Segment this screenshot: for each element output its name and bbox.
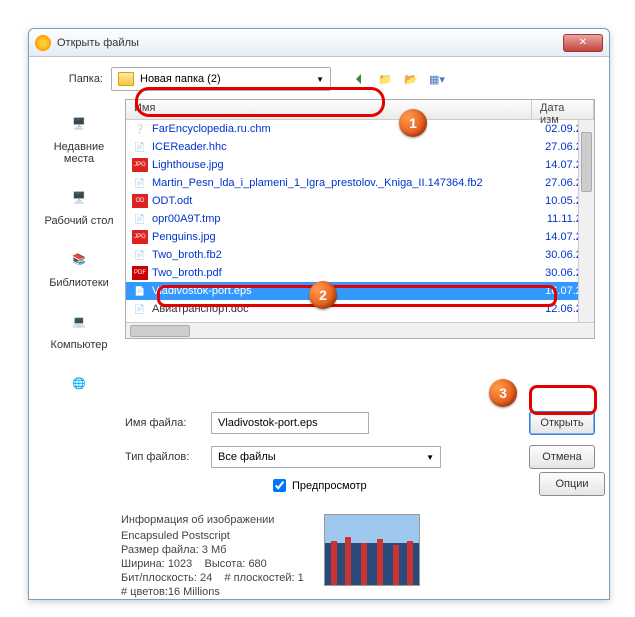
file-row[interactable]: PDFTwo_broth.pdf30.06.20	[126, 264, 594, 282]
close-button[interactable]: ✕	[563, 34, 603, 52]
folder-current: Новая папка (2)	[140, 73, 221, 85]
info-dimensions: Ширина: 1023 Высота: 680	[121, 558, 304, 570]
file-row[interactable]: ODODT.odt10.05.20	[126, 192, 594, 210]
sidebar-computer[interactable]: 💻 Компьютер	[51, 305, 108, 351]
sidebar-desktop[interactable]: 🖥️ Рабочий стол	[44, 181, 113, 227]
preview-label: Предпросмотр	[292, 480, 367, 492]
file-row[interactable]: 🎞АКМ против М-16.mkv14.06.20	[126, 318, 594, 322]
file-name: ODT.odt	[152, 195, 532, 207]
file-name: Two_broth.pdf	[152, 267, 532, 279]
filename-input[interactable]	[211, 412, 369, 434]
pdf-icon: PDF	[132, 266, 148, 280]
titlebar[interactable]: Открыть файлы ✕	[29, 29, 609, 57]
chm-icon: ❔	[132, 122, 148, 136]
info-heading: Информация об изображении	[121, 514, 304, 526]
desktop-icon: 🖥️	[63, 181, 95, 213]
filetype-label: Тип файлов:	[125, 451, 203, 463]
preview-thumbnail	[324, 514, 420, 586]
jpg-icon: JPG	[132, 230, 148, 244]
column-date[interactable]: Дата изм	[532, 100, 594, 119]
file-name: Penguins.jpg	[152, 231, 532, 243]
up-folder-button[interactable]: 📁	[375, 69, 395, 89]
file-name: Lighthouse.jpg	[152, 159, 532, 171]
file-list: Имя Дата изм ❔FarEncyclopedia.ru.chm02.0…	[125, 99, 595, 339]
file-name: opr00A9T.tmp	[152, 213, 532, 225]
info-filesize: Размер файла: 3 Мб	[121, 544, 304, 556]
info-type: Encapsuled Postscript	[121, 530, 304, 542]
list-header[interactable]: Имя Дата изм	[126, 100, 594, 120]
sidebar-network[interactable]: 🌐	[63, 367, 95, 401]
file-name: ICEReader.hhc	[152, 141, 532, 153]
column-name[interactable]: Имя	[126, 100, 532, 119]
mkv-icon: 🎞	[132, 320, 148, 322]
vertical-scrollbar[interactable]	[578, 120, 594, 322]
sidebar-libraries[interactable]: 📚 Библиотеки	[49, 243, 109, 289]
sidebar-recent[interactable]: 🖥️ Недавние места	[43, 107, 115, 165]
open-file-dialog: Открыть файлы ✕ Папка: Новая папка (2) ▼…	[28, 28, 610, 600]
cancel-button[interactable]: Отмена	[529, 445, 595, 469]
file-name: Two_broth.fb2	[152, 249, 532, 261]
file-name: Vladivostok-port.eps	[152, 285, 532, 297]
file-name: АКМ против М-16.mkv	[152, 321, 532, 322]
file-name: Авиатранспорт.doc	[152, 303, 532, 315]
network-icon: 🌐	[63, 367, 95, 399]
scrollbar-thumb[interactable]	[130, 325, 190, 337]
view-menu-button[interactable]: ▦▾	[427, 69, 447, 89]
file-row[interactable]: ❔FarEncyclopedia.ru.chm02.09.20	[126, 120, 594, 138]
fb2-icon: 📄	[132, 176, 148, 190]
file-row[interactable]: JPGLighthouse.jpg14.07.20	[126, 156, 594, 174]
folder-combobox[interactable]: Новая папка (2) ▼	[111, 67, 331, 91]
tmp-icon: 📄	[132, 212, 148, 226]
odt-icon: OD	[132, 194, 148, 208]
file-name: Martin_Pesn_lda_i_plameni_1_Igra_prestol…	[152, 177, 532, 189]
libraries-icon: 📚	[63, 243, 95, 275]
fb2-icon: 📄	[132, 302, 148, 316]
hhc-icon: 📄	[132, 140, 148, 154]
recent-icon: 🖥️	[63, 107, 95, 139]
scrollbar-thumb[interactable]	[581, 132, 592, 192]
file-name: FarEncyclopedia.ru.chm	[152, 123, 532, 135]
file-row[interactable]: 📄Two_broth.fb230.06.20	[126, 246, 594, 264]
open-button[interactable]: Открыть	[529, 411, 595, 435]
horizontal-scrollbar[interactable]	[126, 322, 594, 338]
fb2-icon: 📄	[132, 248, 148, 262]
chevron-down-icon: ▼	[426, 453, 434, 462]
new-folder-button[interactable]: 📂	[401, 69, 421, 89]
computer-icon: 💻	[63, 305, 95, 337]
options-button[interactable]: Опции	[539, 472, 605, 496]
file-row[interactable]: 📄 Martin_Pesn_lda_i_plameni_1_Igra_presto…	[126, 174, 594, 192]
chevron-down-icon: ▼	[316, 75, 324, 84]
window-title: Открыть файлы	[57, 37, 563, 49]
file-row[interactable]: 📄opr00A9T.tmp11.11.20	[126, 210, 594, 228]
filetype-combobox[interactable]: Все файлы ▼	[211, 446, 441, 468]
file-row[interactable]: 📄ICEReader.hhc27.06.20	[126, 138, 594, 156]
file-row[interactable]: JPGPenguins.jpg14.07.20	[126, 228, 594, 246]
jpg-icon: JPG	[132, 158, 148, 172]
places-sidebar: 🖥️ Недавние места 🖥️ Рабочий стол 📚 Библ…	[43, 99, 115, 401]
folder-label: Папка:	[43, 73, 103, 85]
file-row[interactable]: 📄Vladivostok-port.eps16.07.20	[126, 282, 594, 300]
preview-checkbox[interactable]	[273, 479, 286, 492]
info-colors: # цветов:16 Millions	[121, 586, 304, 598]
folder-icon	[118, 72, 134, 86]
info-bitdepth: Бит/плоскость: 24 # плоскостей: 1	[121, 572, 304, 584]
file-row[interactable]: 📄Авиатранспорт.doc12.06.20	[126, 300, 594, 318]
filename-label: Имя файла:	[125, 417, 203, 429]
eps-icon: 📄	[132, 284, 148, 298]
back-button[interactable]	[349, 69, 369, 89]
app-icon	[35, 35, 51, 51]
image-info: Информация об изображении Encapsuled Pos…	[121, 514, 595, 598]
